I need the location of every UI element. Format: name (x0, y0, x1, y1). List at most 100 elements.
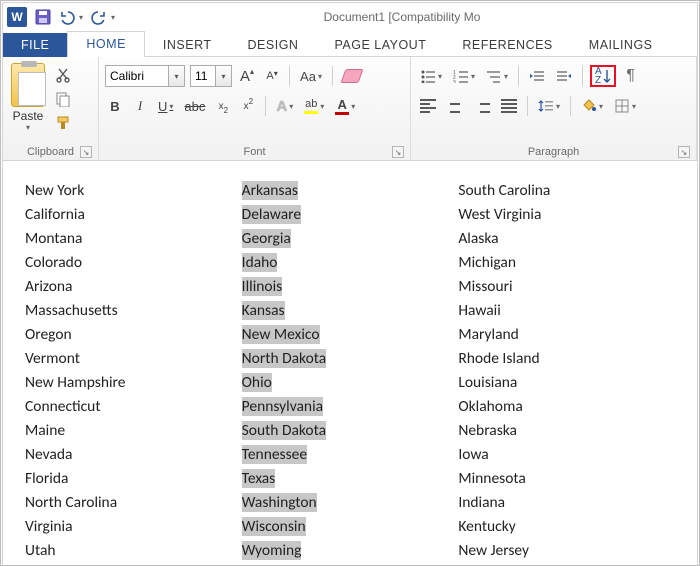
text-line[interactable]: Iowa (458, 443, 675, 467)
align-center-button[interactable] (444, 95, 466, 117)
undo-icon[interactable] (59, 9, 75, 25)
text-line[interactable]: Maine (25, 419, 242, 443)
text-line[interactable]: Washington (242, 491, 459, 515)
word-app-icon[interactable]: W (7, 7, 27, 27)
document-area[interactable]: New YorkCaliforniaMontanaColoradoArizona… (3, 161, 697, 566)
text-line[interactable]: South Dakota (242, 419, 459, 443)
decrease-indent-button[interactable] (526, 65, 548, 87)
change-case-button[interactable]: Aa▾ (297, 65, 325, 87)
text-line[interactable]: Maryland (458, 323, 675, 347)
text-line[interactable]: Hawaii (458, 299, 675, 323)
font-size-input[interactable] (191, 66, 215, 86)
highlight-button[interactable]: ab▾ (301, 95, 327, 117)
strikethrough-button[interactable]: abc (181, 95, 208, 117)
text-line[interactable]: Alaska (458, 227, 675, 251)
tab-insert[interactable]: INSERT (145, 33, 230, 57)
text-line[interactable]: Illinois (242, 275, 459, 299)
text-line[interactable]: Colorado (25, 251, 242, 275)
redo-icon[interactable] (91, 9, 107, 25)
paste-button[interactable] (11, 63, 45, 107)
underline-button[interactable]: U▾ (155, 95, 176, 117)
bullets-button[interactable]: ▾ (417, 65, 445, 87)
font-dialog-launcher[interactable]: ↘ (392, 146, 404, 158)
text-line[interactable]: New York (25, 179, 242, 203)
font-size-dropdown[interactable]: ▾ (215, 66, 231, 86)
text-line[interactable]: Tennessee (242, 443, 459, 467)
format-painter-icon[interactable] (55, 115, 71, 131)
line-spacing-button[interactable]: ▾ (535, 95, 563, 117)
text-line[interactable]: Ohio (242, 371, 459, 395)
tab-page-layout[interactable]: PAGE LAYOUT (316, 33, 444, 57)
text-line[interactable]: California (25, 203, 242, 227)
text-line[interactable]: Georgia (242, 227, 459, 251)
font-name-combo[interactable]: ▾ (105, 65, 185, 87)
text-line[interactable]: Arkansas (242, 179, 459, 203)
text-line[interactable]: Oklahoma (458, 395, 675, 419)
tab-design[interactable]: DESIGN (230, 33, 317, 57)
text-line[interactable]: South Carolina (458, 179, 675, 203)
font-name-input[interactable] (106, 66, 168, 86)
numbering-button[interactable]: 123 ▾ (450, 65, 478, 87)
text-line[interactable]: Arizona (25, 275, 242, 299)
text-line[interactable]: New Mexico (242, 323, 459, 347)
text-line[interactable]: Florida (25, 467, 242, 491)
multilevel-list-button[interactable]: ▾ (483, 65, 511, 87)
text-line[interactable]: West Virginia (458, 203, 675, 227)
increase-indent-button[interactable] (553, 65, 575, 87)
superscript-button[interactable]: x2 (238, 95, 258, 117)
justify-button[interactable] (498, 95, 520, 117)
text-line[interactable]: Indiana (458, 491, 675, 515)
tab-home[interactable]: HOME (67, 31, 145, 57)
text-line[interactable]: Delaware (242, 203, 459, 227)
text-line[interactable]: Wisconsin (242, 515, 459, 539)
font-color-button[interactable]: A▾ (332, 95, 358, 117)
text-line[interactable]: Kansas (242, 299, 459, 323)
text-line[interactable]: Nevada (25, 443, 242, 467)
text-line[interactable]: North Dakota (242, 347, 459, 371)
text-line[interactable]: Kentucky (458, 515, 675, 539)
save-icon[interactable] (35, 9, 51, 25)
paragraph-dialog-launcher[interactable]: ↘ (678, 146, 690, 158)
grow-font-button[interactable]: A▴ (237, 65, 257, 87)
text-line[interactable]: New Hampshire (25, 371, 242, 395)
text-line[interactable]: Utah (25, 539, 242, 563)
text-line[interactable]: Connecticut (25, 395, 242, 419)
text-line[interactable]: Minnesota (458, 467, 675, 491)
text-line[interactable]: Pennsylvania (242, 395, 459, 419)
sort-button[interactable]: AZ (590, 65, 616, 87)
clear-formatting-button[interactable] (340, 65, 364, 87)
text-line[interactable]: Idaho (242, 251, 459, 275)
bold-button[interactable]: B (105, 95, 125, 117)
align-right-button[interactable] (471, 95, 493, 117)
text-line[interactable]: Massachusetts (25, 299, 242, 323)
align-left-button[interactable] (417, 95, 439, 117)
text-line[interactable]: Missouri (458, 275, 675, 299)
undo-dropdown[interactable]: ▾ (79, 13, 83, 22)
font-name-dropdown[interactable]: ▾ (168, 66, 184, 86)
text-line[interactable]: Texas (242, 467, 459, 491)
paste-label[interactable]: Paste (13, 109, 44, 123)
clipboard-dialog-launcher[interactable]: ↘ (80, 146, 92, 158)
text-line[interactable]: Oregon (25, 323, 242, 347)
text-line[interactable]: Virginia (25, 515, 242, 539)
text-line[interactable]: Louisiana (458, 371, 675, 395)
borders-button[interactable]: ▾ (611, 95, 639, 117)
copy-icon[interactable] (55, 91, 71, 107)
text-line[interactable]: Montana (25, 227, 242, 251)
paste-dropdown[interactable]: ▾ (26, 123, 30, 132)
text-line[interactable]: Vermont (25, 347, 242, 371)
shading-button[interactable]: ▾ (578, 95, 606, 117)
italic-button[interactable]: I (130, 95, 150, 117)
cut-icon[interactable] (55, 67, 71, 83)
text-line[interactable]: New Jersey (458, 539, 675, 563)
show-hide-button[interactable]: ¶ (621, 65, 641, 87)
subscript-button[interactable]: x2 (213, 95, 233, 117)
text-line[interactable]: North Carolina (25, 491, 242, 515)
font-size-combo[interactable]: ▾ (190, 65, 232, 87)
text-line[interactable]: Nebraska (458, 419, 675, 443)
shrink-font-button[interactable]: A▾ (262, 65, 282, 87)
tab-mailings[interactable]: MAILINGS (571, 33, 671, 57)
text-line[interactable]: Wyoming (242, 539, 459, 563)
tab-references[interactable]: REFERENCES (444, 33, 570, 57)
tab-file[interactable]: FILE (3, 33, 67, 57)
